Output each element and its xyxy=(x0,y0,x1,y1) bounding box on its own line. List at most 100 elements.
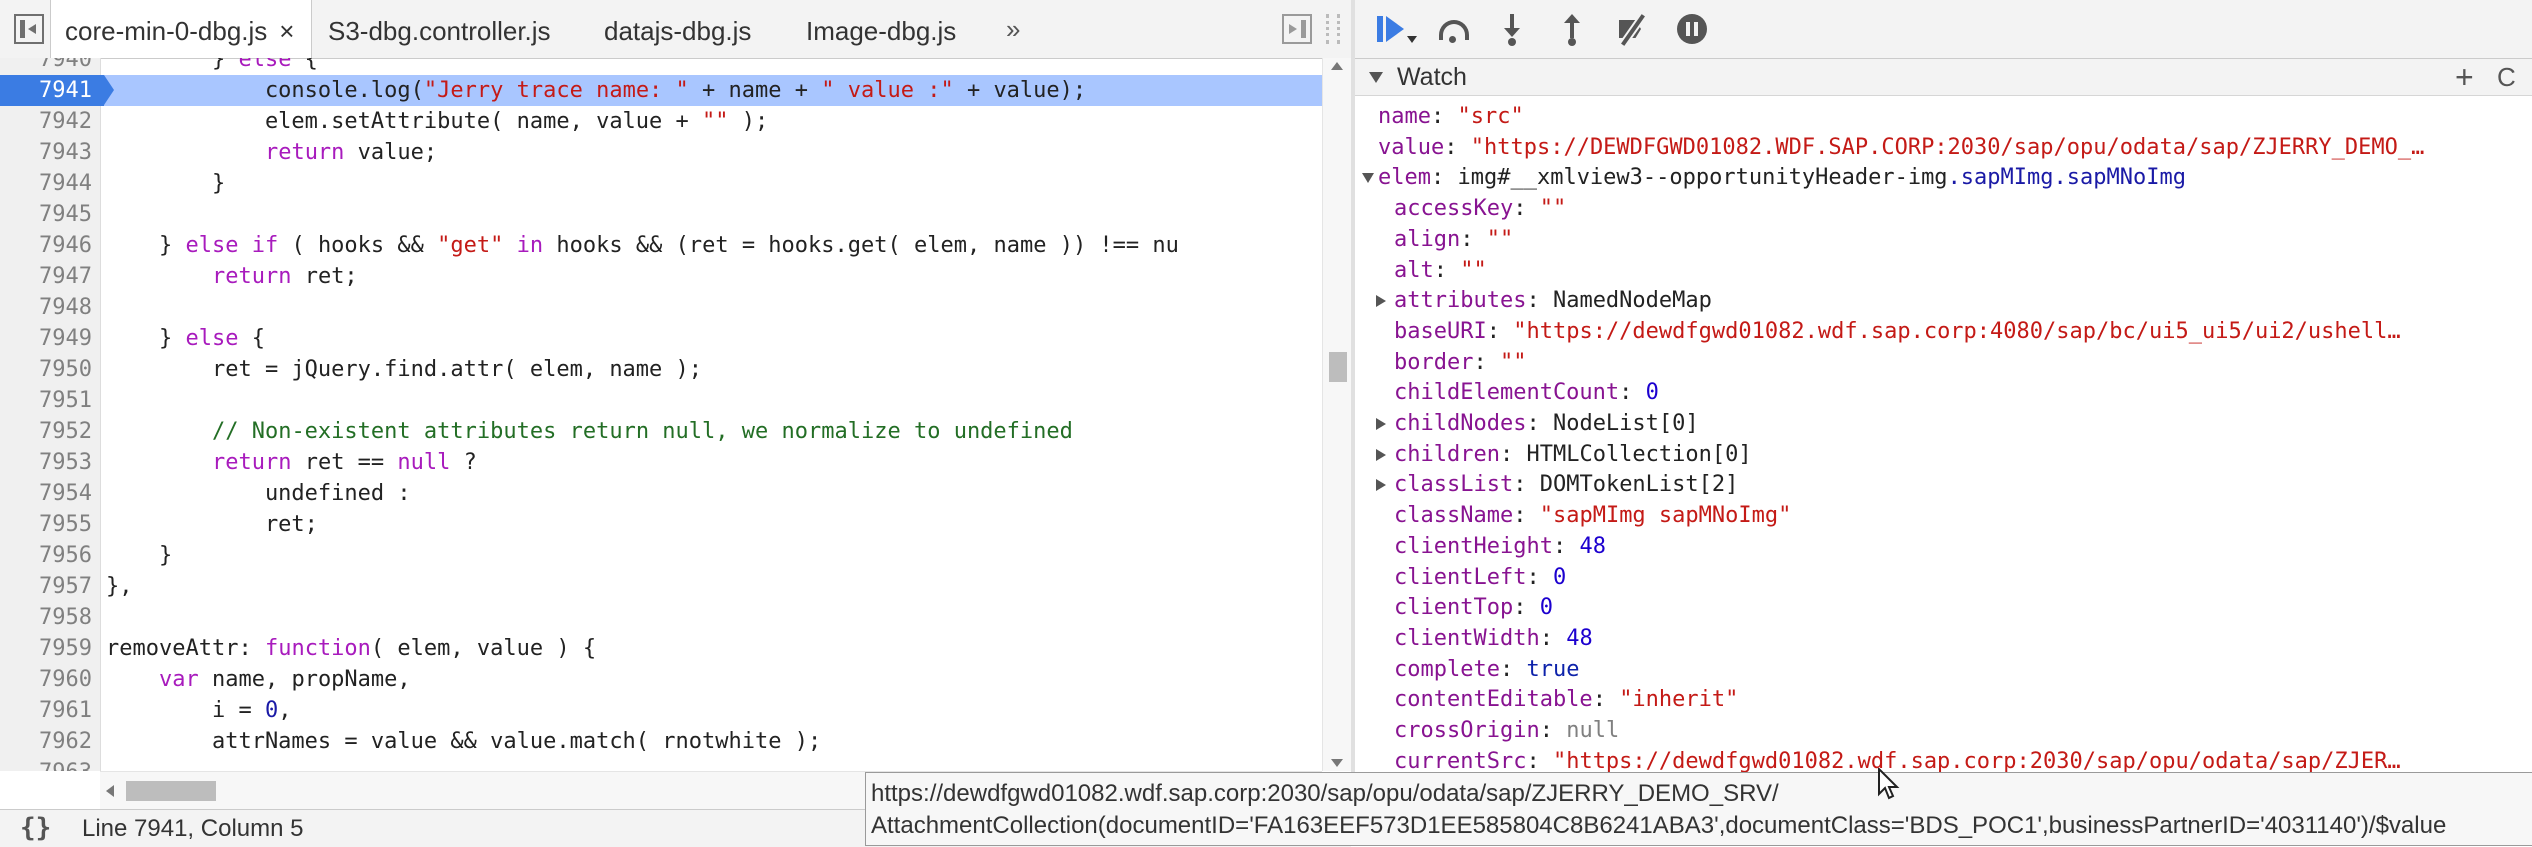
pretty-print-button[interactable]: {} xyxy=(20,810,51,847)
watch-property-row[interactable]: clientWidth: 48 xyxy=(1394,624,1593,654)
toggle-navigator-icon[interactable] xyxy=(14,14,44,44)
code-line[interactable]: 7954 undefined : xyxy=(0,478,1322,509)
watch-property-row[interactable]: classList: DOMTokenList[2] xyxy=(1376,470,1738,500)
code-line[interactable]: 7940 } else { xyxy=(0,58,1322,75)
watch-section-header[interactable]: Watch + C xyxy=(1355,59,2532,96)
code-line[interactable]: 7961 i = 0, xyxy=(0,695,1322,726)
line-number[interactable]: 7946 xyxy=(0,230,92,261)
add-watch-icon[interactable]: + xyxy=(2455,59,2474,95)
code-line[interactable]: 7948 xyxy=(0,292,1322,323)
code-line[interactable]: 7947 return ret; xyxy=(0,261,1322,292)
code-line[interactable]: 7960 var name, propName, xyxy=(0,664,1322,695)
code-line[interactable]: 7950 ret = jQuery.find.attr( elem, name … xyxy=(0,354,1322,385)
code-line[interactable]: 7958 xyxy=(0,602,1322,633)
watch-property-row[interactable]: attributes: NamedNodeMap xyxy=(1376,286,1712,316)
resume-icon[interactable] xyxy=(1377,14,1407,44)
line-number[interactable]: 7948 xyxy=(0,292,92,323)
watch-property-row[interactable]: alt: "" xyxy=(1394,256,1487,286)
collapsed-caret-icon[interactable] xyxy=(1376,418,1386,430)
step-out-icon[interactable] xyxy=(1557,14,1587,46)
code-line[interactable]: 7944 } xyxy=(0,168,1322,199)
line-number[interactable]: 7960 xyxy=(0,664,92,695)
watch-property-row[interactable]: clientLeft: 0 xyxy=(1394,563,1566,593)
refresh-icon[interactable]: C xyxy=(2497,59,2516,95)
watch-property-row[interactable]: childNodes: NodeList[0] xyxy=(1376,409,1699,439)
line-number[interactable]: 7958 xyxy=(0,602,92,633)
line-number[interactable]: 7954 xyxy=(0,478,92,509)
chevron-down-icon[interactable] xyxy=(1407,36,1417,43)
code-line[interactable]: 7952 // Non-existent attributes return n… xyxy=(0,416,1322,447)
collapsed-caret-icon[interactable] xyxy=(1376,448,1386,461)
tab-overflow-button[interactable]: » xyxy=(1006,0,1020,58)
watch-property-row[interactable]: complete: true xyxy=(1394,655,1579,685)
expand-caret-icon[interactable] xyxy=(1369,72,1383,83)
line-number[interactable]: 7949 xyxy=(0,323,92,354)
code-line[interactable]: 7962 attrNames = value && value.match( r… xyxy=(0,726,1322,757)
watch-property-row[interactable]: className: "sapMImg sapMNoImg" xyxy=(1394,501,1791,531)
watch-property-row[interactable]: children: HTMLCollection[0] xyxy=(1376,440,1752,470)
code-line[interactable]: 7943 return value; xyxy=(0,137,1322,168)
vertical-scrollbar[interactable] xyxy=(1322,58,1352,771)
tab-image-dbg[interactable]: Image-dbg.js xyxy=(792,0,970,58)
deactivate-breakpoints-icon[interactable] xyxy=(1617,14,1647,44)
watch-property-row[interactable]: clientTop: 0 xyxy=(1394,593,1553,623)
code-line[interactable]: 7949 } else { xyxy=(0,323,1322,354)
resize-grip-icon[interactable] xyxy=(1326,14,1340,44)
code-line[interactable]: 7963 xyxy=(0,757,1322,771)
scrollbar-thumb[interactable] xyxy=(1329,352,1347,382)
tab-s3-dbg-controller[interactable]: S3-dbg.controller.js xyxy=(314,0,565,58)
line-number[interactable]: 7959 xyxy=(0,633,92,664)
code-editor[interactable]: 7940 } else {7941 console.log("Jerry tra… xyxy=(0,58,1351,771)
tab-core-min-0-dbg[interactable]: core-min-0-dbg.js × xyxy=(50,0,312,58)
code-line[interactable]: 7957}, xyxy=(0,571,1322,602)
line-number[interactable]: 7956 xyxy=(0,540,92,571)
scroll-up-arrow-icon[interactable] xyxy=(1331,62,1343,70)
expand-caret-icon[interactable] xyxy=(1362,173,1374,184)
close-icon[interactable]: × xyxy=(279,0,294,62)
collapsed-caret-icon[interactable] xyxy=(1376,479,1386,492)
step-over-icon[interactable] xyxy=(1437,14,1469,44)
line-number[interactable]: 7944 xyxy=(0,168,92,199)
pause-on-exceptions-icon[interactable] xyxy=(1677,14,1707,44)
line-number[interactable]: 7963 xyxy=(0,757,92,771)
line-number[interactable]: 7947 xyxy=(0,261,92,292)
line-number[interactable]: 7957 xyxy=(0,571,92,602)
code-line[interactable]: 7946 } else if ( hooks && "get" in hooks… xyxy=(0,230,1322,261)
code-line[interactable]: 7942 elem.setAttribute( name, value + ""… xyxy=(0,106,1322,137)
watch-property-row[interactable]: baseURI: "https://dewdfgwd01082.wdf.sap.… xyxy=(1394,317,2401,347)
watch-expression-row[interactable]: elem: img#__xmlview3--opportunityHeader-… xyxy=(1362,163,2186,193)
code-line[interactable]: 7945 xyxy=(0,199,1322,230)
tab-datajs-dbg[interactable]: datajs-dbg.js xyxy=(590,0,765,58)
watch-property-row[interactable]: border: "" xyxy=(1394,348,1526,378)
watch-property-row[interactable]: align: "" xyxy=(1394,225,1513,255)
watch-property-row[interactable]: contentEditable: "inherit" xyxy=(1394,685,1738,715)
line-number[interactable]: 7952 xyxy=(0,416,92,447)
watch-expression-row[interactable]: name: "src" xyxy=(1378,102,1524,132)
line-number[interactable]: 7950 xyxy=(0,354,92,385)
line-number[interactable]: 7955 xyxy=(0,509,92,540)
line-number[interactable]: 7942 xyxy=(0,106,92,137)
watch-property-row[interactable]: accessKey: "" xyxy=(1394,194,1566,224)
code-line[interactable]: 7956 } xyxy=(0,540,1322,571)
line-number[interactable]: 7945 xyxy=(0,199,92,230)
line-number[interactable]: 7962 xyxy=(0,726,92,757)
watch-property-row[interactable]: crossOrigin: null xyxy=(1394,716,1619,746)
line-number[interactable]: 7953 xyxy=(0,447,92,478)
collapsed-caret-icon[interactable] xyxy=(1376,295,1386,308)
step-into-icon[interactable] xyxy=(1497,14,1527,46)
scrollbar-thumb[interactable] xyxy=(126,781,216,801)
toggle-debugger-sidebar-icon[interactable] xyxy=(1282,14,1312,44)
code-line[interactable]: 7953 return ret == null ? xyxy=(0,447,1322,478)
scroll-down-arrow-icon[interactable] xyxy=(1331,759,1343,767)
current-execution-line[interactable]: 7941 console.log("Jerry trace name: " + … xyxy=(0,75,1322,106)
watch-property-row[interactable]: clientHeight: 48 xyxy=(1394,532,1606,562)
line-number[interactable]: 7951 xyxy=(0,385,92,416)
code-line[interactable]: 7955 ret; xyxy=(0,509,1322,540)
breakpoint-marker[interactable]: 7941 xyxy=(0,75,114,106)
code-line[interactable]: 7951 xyxy=(0,385,1322,416)
watch-property-row[interactable]: childElementCount: 0 xyxy=(1394,378,1659,408)
watch-expression-row[interactable]: value: "https://DEWDFGWD01082.WDF.SAP.CO… xyxy=(1378,133,2424,163)
code-line[interactable]: 7959 removeAttr: function( elem, value ) … xyxy=(0,633,1322,664)
line-number[interactable]: 7943 xyxy=(0,137,92,168)
line-number[interactable]: 7940 xyxy=(0,58,92,75)
